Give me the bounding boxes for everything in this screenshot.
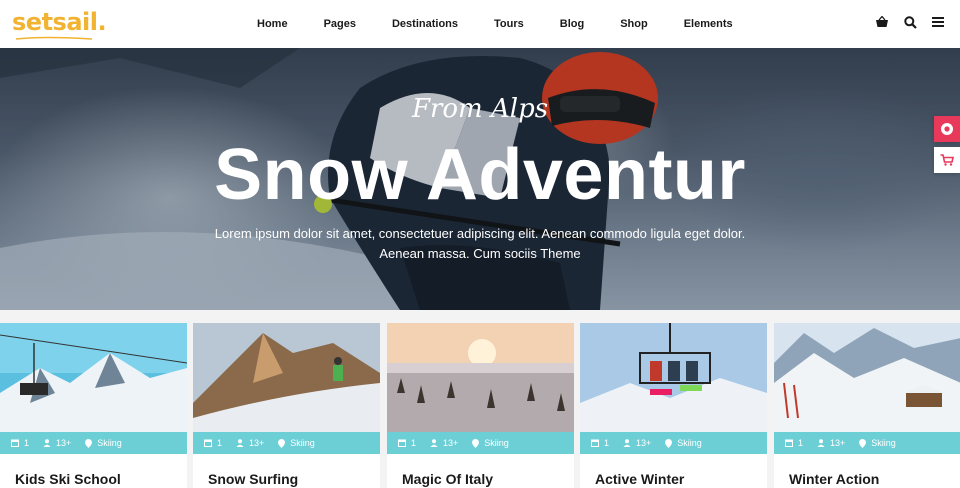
hero-title: Snow Adventur (214, 135, 746, 215)
user-icon (623, 439, 631, 447)
nav-item-home[interactable]: Home (257, 18, 288, 30)
tour-people: 13+ (56, 438, 72, 448)
tour-meta-bar: 1 13+ Skiing (387, 432, 574, 454)
tour-days: 1 (604, 438, 610, 448)
tour-people: 13+ (443, 438, 459, 448)
side-widget-support[interactable] (934, 116, 960, 142)
tour-meta-bar: 1 13+ Skiing (0, 432, 187, 454)
nav-item-blog[interactable]: Blog (560, 18, 584, 30)
tour-title[interactable]: Kids Ski School (0, 454, 187, 487)
tour-title[interactable]: Snow Surfing (193, 454, 380, 487)
tour-meta-bar: 1 13+ Skiing (774, 432, 960, 454)
tour-card-image (580, 323, 767, 432)
tour-title[interactable]: Magic Of Italy (387, 454, 574, 487)
user-icon (817, 439, 825, 447)
tour-title[interactable]: Winter Action (774, 454, 960, 487)
cart-icon (940, 154, 954, 166)
tour-location: Skiing (677, 438, 702, 448)
tour-card[interactable]: 1 13+ Skiing Snow Surfing (193, 323, 380, 488)
logo[interactable]: setsail. (12, 6, 107, 40)
tour-card[interactable]: 1 13+ Skiing Kids Ski School (0, 323, 187, 488)
tour-card[interactable]: 1 13+ Skiing Winter Action (774, 323, 960, 488)
tour-people: 13+ (830, 438, 846, 448)
calendar-icon (204, 439, 212, 447)
header-icons (874, 14, 946, 30)
tour-card[interactable]: 1 13+ Skiing Active Winter (580, 323, 767, 488)
user-icon (43, 439, 51, 447)
calendar-icon (785, 439, 793, 447)
hero-description: Lorem ipsum dolor sit amet, consectetuer… (214, 226, 746, 261)
calendar-icon (591, 439, 599, 447)
location-pin-icon (665, 438, 673, 448)
tour-location: Skiing (484, 438, 509, 448)
nav-item-pages[interactable]: Pages (324, 18, 356, 30)
nav-item-elements[interactable]: Elements (684, 18, 733, 30)
tour-days: 1 (798, 438, 804, 448)
lifebuoy-icon (941, 123, 953, 135)
basket-icon[interactable] (874, 14, 890, 30)
tour-days: 1 (411, 438, 417, 448)
hero-subtitle: From Alps (411, 94, 549, 124)
tour-location: Skiing (97, 438, 122, 448)
tour-people: 13+ (636, 438, 652, 448)
location-pin-icon (278, 438, 286, 448)
logo-text: setsail. (12, 8, 107, 36)
tour-card-image (774, 323, 960, 432)
search-icon[interactable] (902, 14, 918, 30)
location-pin-icon (472, 438, 480, 448)
menu-icon[interactable] (930, 14, 946, 30)
hero-banner: From Alps Snow Adventur Lorem ipsum dolo… (0, 48, 960, 310)
site-header: setsail. Home Pages Destinations Tours B… (0, 0, 960, 48)
tour-location: Skiing (871, 438, 896, 448)
logo-swoosh-icon (15, 36, 93, 40)
tour-location: Skiing (290, 438, 315, 448)
tour-days: 1 (24, 438, 30, 448)
tour-meta-bar: 1 13+ Skiing (193, 432, 380, 454)
tour-cards: 1 13+ Skiing Kids Ski School 1 13+ Skiin… (0, 323, 960, 488)
calendar-icon (11, 439, 19, 447)
nav-item-shop[interactable]: Shop (620, 18, 648, 30)
user-icon (236, 439, 244, 447)
tour-title[interactable]: Active Winter (580, 454, 767, 487)
user-icon (430, 439, 438, 447)
nav-item-tours[interactable]: Tours (494, 18, 524, 30)
tour-days: 1 (217, 438, 223, 448)
tour-card[interactable]: 1 13+ Skiing Magic Of Italy (387, 323, 574, 488)
tour-people: 13+ (249, 438, 265, 448)
tour-card-image (387, 323, 574, 432)
calendar-icon (398, 439, 406, 447)
side-widget-cart[interactable] (934, 147, 960, 173)
location-pin-icon (859, 438, 867, 448)
tour-card-image (0, 323, 187, 432)
nav-item-destinations[interactable]: Destinations (392, 18, 458, 30)
main-nav: Home Pages Destinations Tours Blog Shop … (240, 0, 769, 48)
tour-meta-bar: 1 13+ Skiing (580, 432, 767, 454)
location-pin-icon (85, 438, 93, 448)
tour-card-image (193, 323, 380, 432)
